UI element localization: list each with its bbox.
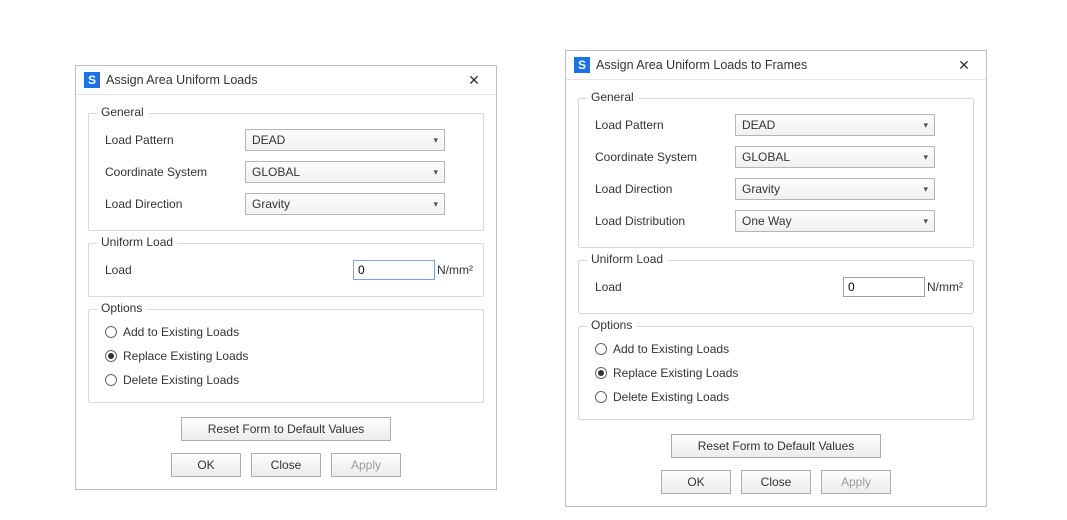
titlebar: S Assign Area Uniform Loads ✕: [76, 66, 496, 95]
input-load-value[interactable]: [843, 277, 925, 297]
select-load-pattern-value: DEAD: [252, 133, 429, 147]
label-load-unit: N/mm²: [927, 280, 963, 294]
input-load-value[interactable]: [353, 260, 435, 280]
close-button[interactable]: Close: [741, 470, 811, 494]
group-label-options: Options: [97, 301, 146, 315]
group-label-general: General: [587, 90, 638, 104]
group-uniform-load: Uniform Load Load N/mm²: [88, 243, 484, 297]
select-load-direction[interactable]: Gravity ▾: [735, 178, 935, 200]
select-coordinate-system[interactable]: GLOBAL ▾: [735, 146, 935, 168]
label-load-distribution: Load Distribution: [589, 214, 735, 228]
app-icon: S: [84, 72, 100, 88]
select-load-pattern-value: DEAD: [742, 118, 919, 132]
chevron-down-icon: ▾: [923, 184, 928, 195]
chevron-down-icon: ▾: [433, 135, 438, 146]
ok-button[interactable]: OK: [171, 453, 241, 477]
select-coordinate-system-value: GLOBAL: [742, 150, 919, 164]
select-load-pattern[interactable]: DEAD ▾: [245, 129, 445, 151]
select-load-direction-value: Gravity: [252, 197, 429, 211]
radio-replace-existing[interactable]: Replace Existing Loads: [99, 344, 473, 368]
apply-button[interactable]: Apply: [821, 470, 891, 494]
reset-button[interactable]: Reset Form to Default Values: [671, 434, 881, 458]
label-coordinate-system: Coordinate System: [99, 165, 245, 179]
close-icon[interactable]: ✕: [458, 69, 490, 91]
label-load-pattern: Load Pattern: [99, 133, 245, 147]
select-load-pattern[interactable]: DEAD ▾: [735, 114, 935, 136]
close-button[interactable]: Close: [251, 453, 321, 477]
radio-label: Replace Existing Loads: [123, 349, 248, 363]
select-load-distribution[interactable]: One Way ▾: [735, 210, 935, 232]
group-general: General Load Pattern DEAD ▾ Coordinate S…: [578, 98, 974, 248]
chevron-down-icon: ▾: [433, 199, 438, 210]
group-uniform-load: Uniform Load Load N/mm²: [578, 260, 974, 314]
radio-delete-existing[interactable]: Delete Existing Loads: [589, 385, 963, 409]
radio-replace-existing[interactable]: Replace Existing Loads: [589, 361, 963, 385]
select-load-distribution-value: One Way: [742, 214, 919, 228]
close-icon[interactable]: ✕: [948, 54, 980, 76]
radio-add-to-existing[interactable]: Add to Existing Loads: [99, 320, 473, 344]
app-icon: S: [574, 57, 590, 73]
radio-add-to-existing[interactable]: Add to Existing Loads: [589, 337, 963, 361]
label-load-pattern: Load Pattern: [589, 118, 735, 132]
chevron-down-icon: ▾: [433, 167, 438, 178]
group-options: Options Add to Existing Loads Replace Ex…: [578, 326, 974, 420]
label-load-direction: Load Direction: [589, 182, 735, 196]
select-load-direction[interactable]: Gravity ▾: [245, 193, 445, 215]
dialog-title: Assign Area Uniform Loads: [106, 73, 458, 87]
apply-button[interactable]: Apply: [331, 453, 401, 477]
radio-label: Add to Existing Loads: [613, 342, 729, 356]
group-label-options: Options: [587, 318, 636, 332]
select-coordinate-system-value: GLOBAL: [252, 165, 429, 179]
chevron-down-icon: ▾: [923, 152, 928, 163]
radio-icon: [595, 367, 607, 379]
radio-icon: [105, 374, 117, 386]
radio-icon: [105, 326, 117, 338]
select-load-direction-value: Gravity: [742, 182, 919, 196]
radio-icon: [595, 391, 607, 403]
radio-label: Add to Existing Loads: [123, 325, 239, 339]
reset-button[interactable]: Reset Form to Default Values: [181, 417, 391, 441]
group-general: General Load Pattern DEAD ▾ Coordinate S…: [88, 113, 484, 231]
group-label-uniform-load: Uniform Load: [587, 252, 667, 266]
label-load-direction: Load Direction: [99, 197, 245, 211]
label-load-unit: N/mm²: [437, 263, 473, 277]
group-label-uniform-load: Uniform Load: [97, 235, 177, 249]
radio-icon: [595, 343, 607, 355]
group-label-general: General: [97, 105, 148, 119]
label-load: Load: [589, 280, 843, 294]
dialog-assign-area-uniform-loads: S Assign Area Uniform Loads ✕ General Lo…: [75, 65, 497, 490]
chevron-down-icon: ▾: [923, 216, 928, 227]
chevron-down-icon: ▾: [923, 120, 928, 131]
group-options: Options Add to Existing Loads Replace Ex…: [88, 309, 484, 403]
label-coordinate-system: Coordinate System: [589, 150, 735, 164]
radio-delete-existing[interactable]: Delete Existing Loads: [99, 368, 473, 392]
titlebar: S Assign Area Uniform Loads to Frames ✕: [566, 51, 986, 80]
radio-label: Delete Existing Loads: [123, 373, 239, 387]
label-load: Load: [99, 263, 353, 277]
ok-button[interactable]: OK: [661, 470, 731, 494]
radio-label: Replace Existing Loads: [613, 366, 738, 380]
radio-label: Delete Existing Loads: [613, 390, 729, 404]
radio-icon: [105, 350, 117, 362]
dialog-assign-area-uniform-loads-to-frames: S Assign Area Uniform Loads to Frames ✕ …: [565, 50, 987, 507]
select-coordinate-system[interactable]: GLOBAL ▾: [245, 161, 445, 183]
dialog-title: Assign Area Uniform Loads to Frames: [596, 58, 948, 72]
